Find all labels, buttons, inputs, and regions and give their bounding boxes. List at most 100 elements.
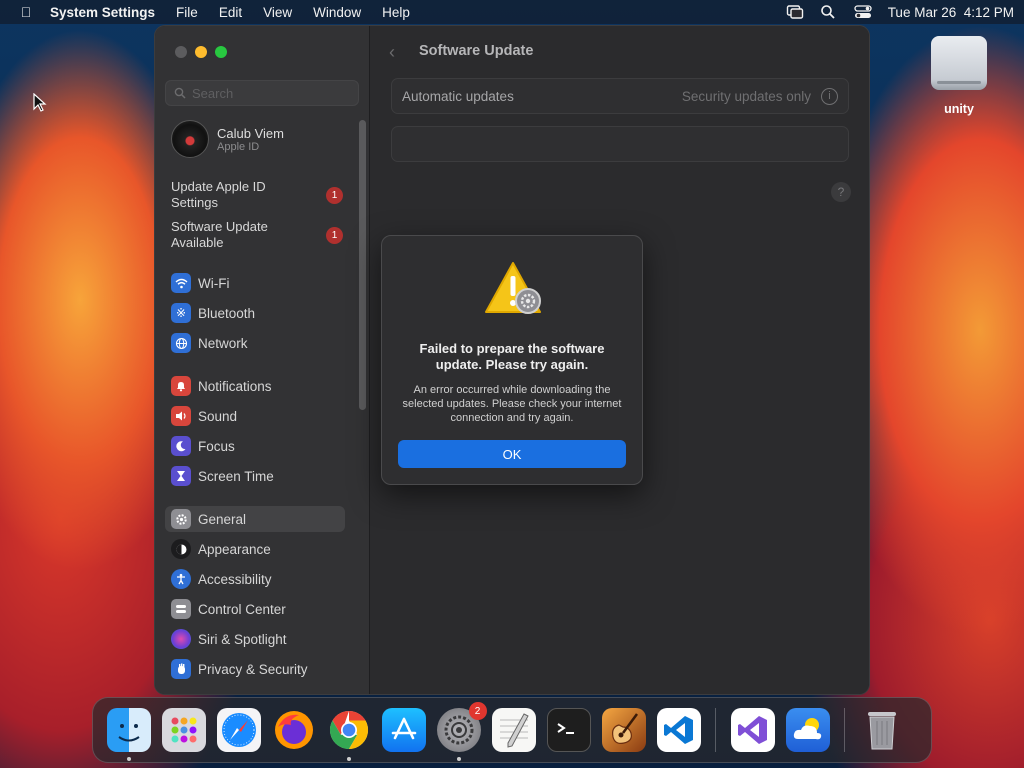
- launchpad-icon[interactable]: [161, 708, 206, 752]
- sidebar-item-sound[interactable]: Sound: [165, 403, 345, 429]
- notice-label: Software Update Available: [171, 219, 268, 250]
- moon-icon: [171, 436, 191, 456]
- dock: 2: [92, 697, 932, 763]
- menubar-clock[interactable]: Tue Mar 26 4:12 PM: [888, 5, 1014, 20]
- weather-icon[interactable]: [785, 708, 830, 752]
- sidebar: Calub Viem Apple ID Update Apple ID Sett…: [155, 26, 370, 694]
- app-store-icon[interactable]: [381, 708, 426, 752]
- sidebar-item-label: Screen Time: [198, 468, 274, 484]
- menu-edit[interactable]: Edit: [219, 5, 242, 20]
- sidebar-item-label: Control Center: [198, 601, 286, 617]
- apple-menu-icon[interactable]: : [16, 4, 36, 20]
- sidebar-item-wifi[interactable]: Wi-Fi: [165, 270, 345, 296]
- garageband-icon[interactable]: [601, 708, 646, 752]
- sidebar-item-label: Sound: [198, 408, 238, 424]
- system-settings-icon[interactable]: 2: [436, 702, 487, 761]
- sidebar-item-label: Privacy & Security: [198, 661, 308, 677]
- sidebar-item-privacy-security[interactable]: Privacy & Security: [165, 656, 345, 682]
- sidebar-item-label: Focus: [198, 438, 235, 454]
- running-indicator: [456, 757, 461, 761]
- sidebar-scrollbar[interactable]: [359, 120, 366, 410]
- sidebar-item-label: Wi-Fi: [198, 275, 230, 291]
- spotlight-search-icon[interactable]: [820, 4, 838, 20]
- search-input[interactable]: [192, 85, 352, 101]
- chrome-icon[interactable]: [327, 708, 371, 761]
- dialog-message: An error occurred while downloading the …: [402, 384, 622, 424]
- wifi-icon: [171, 273, 191, 293]
- notification-badge: 2: [468, 702, 487, 720]
- menu-help[interactable]: Help: [382, 5, 410, 20]
- drive-icon: [931, 36, 987, 90]
- notice-software-update[interactable]: Software Update Available 1: [171, 219, 343, 251]
- appearance-icon: [171, 539, 191, 559]
- dock-separator: [844, 708, 845, 752]
- desktop-drive[interactable]: unity: [928, 36, 990, 116]
- screen-mirroring-icon[interactable]: [786, 4, 804, 20]
- page-title: Software Update: [419, 43, 534, 59]
- menu-view[interactable]: View: [263, 5, 292, 20]
- hourglass-icon: [171, 466, 191, 486]
- bluetooth-icon: ※: [171, 303, 191, 323]
- finder-icon[interactable]: [106, 708, 151, 761]
- zoom-button[interactable]: [215, 46, 227, 58]
- control-center-icon[interactable]: [854, 4, 872, 20]
- speaker-icon: [171, 406, 191, 426]
- menu-file[interactable]: File: [176, 5, 198, 20]
- safari-icon[interactable]: [216, 708, 261, 752]
- gear-icon: [171, 509, 191, 529]
- vscode-icon[interactable]: [656, 708, 701, 752]
- visual-studio-icon[interactable]: [730, 708, 775, 752]
- sidebar-item-focus[interactable]: Focus: [165, 433, 345, 459]
- firefox-icon[interactable]: [272, 708, 316, 752]
- sidebar-item-label: Bluetooth: [198, 305, 256, 321]
- dialog-title: Failed to prepare the software update. P…: [419, 341, 605, 372]
- automatic-updates-setting: Security updates only: [681, 88, 811, 104]
- accessibility-icon: [171, 569, 191, 589]
- sidebar-item-screen-time[interactable]: Screen Time: [165, 463, 345, 489]
- minimize-button[interactable]: [195, 46, 207, 58]
- mouse-cursor-icon: [33, 93, 47, 112]
- notice-update-apple-id[interactable]: Update Apple ID Settings 1: [171, 179, 343, 211]
- running-indicator: [346, 757, 351, 761]
- textedit-icon[interactable]: [491, 708, 536, 752]
- ok-button[interactable]: OK: [398, 440, 626, 468]
- automatic-updates-row: Automatic updates Security updates only …: [391, 78, 849, 114]
- sidebar-item-label: Notifications: [198, 378, 272, 394]
- sidebar-item-label: Siri & Spotlight: [198, 631, 287, 647]
- sidebar-item-network[interactable]: Network: [165, 330, 345, 356]
- empty-settings-row: [391, 126, 849, 162]
- info-icon[interactable]: i: [821, 87, 838, 105]
- sidebar-item-general[interactable]: General: [165, 506, 345, 532]
- globe-icon: [171, 333, 191, 353]
- help-icon[interactable]: ?: [831, 182, 851, 202]
- menu-app-name[interactable]: System Settings: [50, 5, 155, 20]
- sidebar-item-siri-spotlight[interactable]: Siri & Spotlight: [165, 626, 345, 652]
- notice-badge: 1: [326, 186, 343, 204]
- sidebar-search: [165, 80, 359, 106]
- sidebar-item-control-center[interactable]: Control Center: [165, 596, 345, 622]
- sidebar-item-label: Network: [198, 335, 248, 351]
- close-button[interactable]: [175, 46, 187, 58]
- menu-window[interactable]: Window: [313, 5, 361, 20]
- sidebar-item-label: Appearance: [198, 541, 271, 557]
- warning-icon: [485, 262, 541, 314]
- sidebar-item-label: General: [198, 511, 247, 527]
- sidebar-item-bluetooth[interactable]: ※ Bluetooth: [165, 300, 345, 326]
- automatic-updates-value: Security updates only i: [681, 87, 838, 105]
- notice-badge: 1: [326, 226, 343, 244]
- control-center-icon: [171, 599, 191, 619]
- error-dialog: Failed to prepare the software update. P…: [381, 235, 643, 485]
- trash-icon[interactable]: [860, 708, 904, 752]
- sidebar-item-notifications[interactable]: Notifications: [165, 373, 345, 399]
- bell-icon: [171, 376, 191, 396]
- drive-label: unity: [944, 102, 974, 116]
- sidebar-item-appearance[interactable]: Appearance: [165, 536, 345, 562]
- apple-id-profile[interactable]: Calub Viem Apple ID: [171, 120, 284, 158]
- back-chevron-icon[interactable]: ‹: [389, 42, 395, 63]
- terminal-icon[interactable]: [546, 708, 591, 752]
- dock-separator: [715, 708, 716, 752]
- sidebar-item-accessibility[interactable]: Accessibility: [165, 566, 345, 592]
- menu-bar:  System Settings File Edit View Window …: [0, 0, 1024, 24]
- profile-subtitle: Apple ID: [217, 140, 260, 153]
- automatic-updates-label: Automatic updates: [402, 88, 514, 104]
